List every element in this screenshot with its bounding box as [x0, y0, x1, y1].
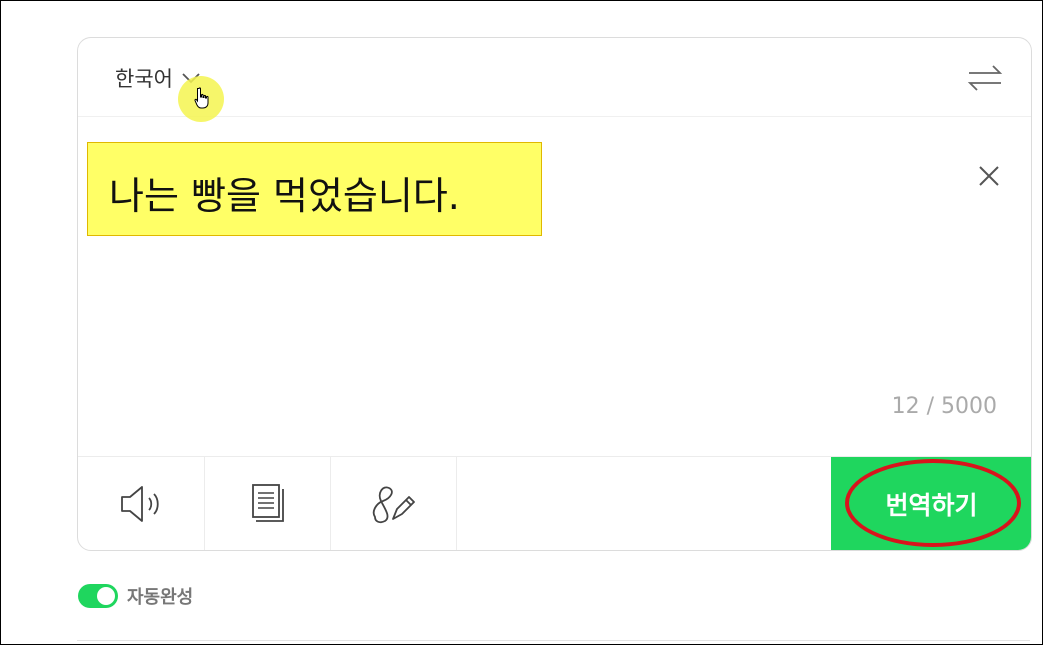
source-text-input[interactable]: 나는 빵을 먹었습니다. [87, 142, 542, 236]
translate-button[interactable]: 번역하기 [831, 457, 1031, 550]
dictionary-button[interactable] [204, 457, 331, 550]
divider [77, 640, 1030, 641]
close-icon [979, 166, 999, 186]
pen-icon [372, 486, 415, 524]
input-toolbar: 번역하기 [78, 456, 1031, 550]
speaker-icon [121, 486, 159, 522]
source-language-label: 한국어 [115, 67, 173, 91]
swap-languages-button[interactable] [967, 62, 1003, 94]
hand-pointer-icon [194, 87, 210, 113]
handwriting-button[interactable] [330, 457, 457, 550]
autocomplete-toggle[interactable]: 자동완성 [78, 583, 193, 609]
clear-text-button[interactable] [977, 164, 1001, 188]
language-bar: 한국어 [78, 38, 1031, 122]
toggle-switch[interactable] [78, 584, 118, 608]
translator-card: 한국어 나는 빵을 먹었습니다. 12 / 5000 번역하기 [77, 37, 1032, 551]
swap-arrows-icon [967, 65, 1003, 91]
listen-button[interactable] [78, 457, 205, 550]
translate-button-label: 번역하기 [885, 491, 978, 520]
autocomplete-label: 자동완성 [127, 587, 194, 608]
toggle-knob [97, 587, 115, 605]
document-icon [252, 484, 284, 522]
source-text: 나는 빵을 먹었습니다. [109, 174, 460, 218]
character-counter: 12 / 5000 [891, 394, 997, 419]
